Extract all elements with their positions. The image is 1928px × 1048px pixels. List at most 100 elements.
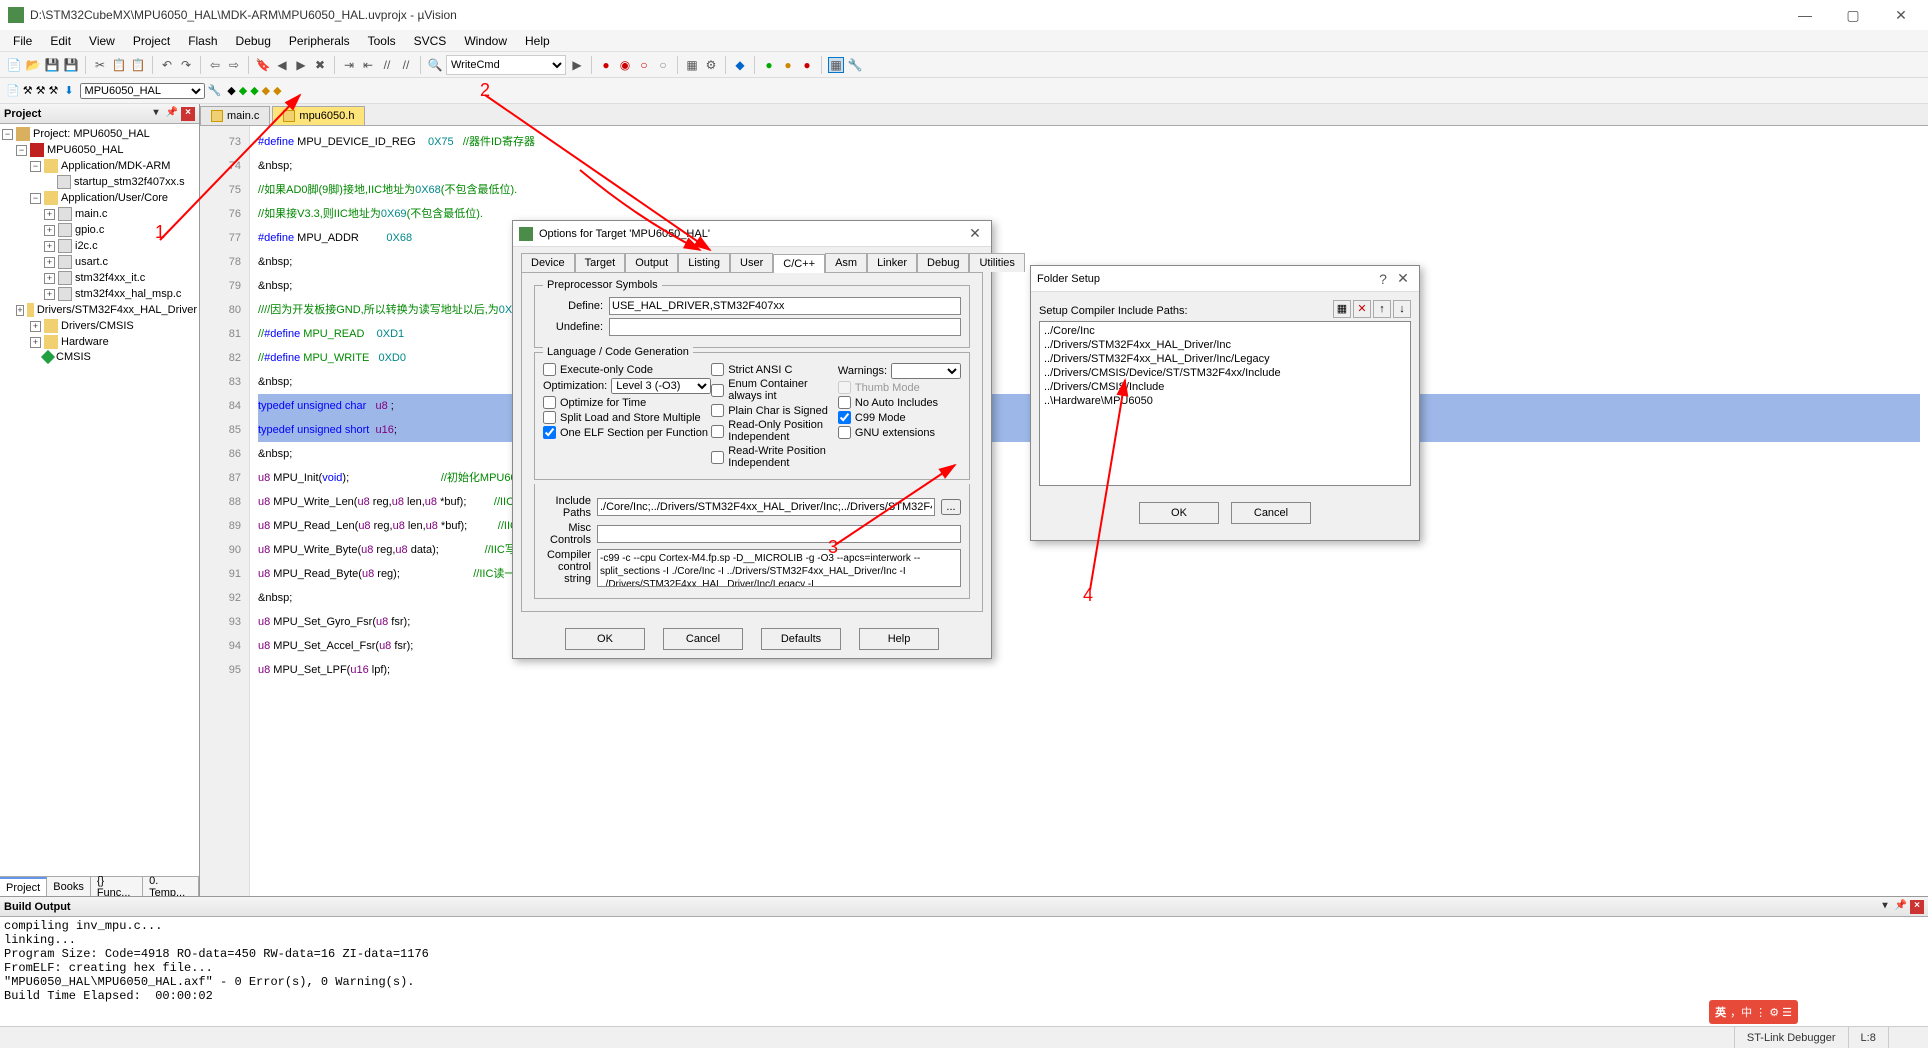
- folder-ok-button[interactable]: OK: [1139, 502, 1219, 524]
- pack4-icon[interactable]: ◆: [273, 84, 281, 97]
- build-output-body[interactable]: compiling inv_mpu.c... linking... Progra…: [0, 917, 1928, 1026]
- target-select[interactable]: MPU6050_HAL: [80, 83, 205, 99]
- comment-icon[interactable]: //: [379, 57, 395, 73]
- tool-c-icon[interactable]: ●: [780, 57, 796, 73]
- bp2-icon[interactable]: ○: [636, 57, 652, 73]
- folder-close-icon[interactable]: ✕: [1393, 270, 1413, 287]
- folder-help-icon[interactable]: ?: [1373, 271, 1393, 287]
- panel-close-icon[interactable]: ×: [181, 107, 195, 121]
- find-combo[interactable]: WriteCmd: [446, 55, 566, 75]
- copy-icon[interactable]: 📋: [111, 57, 127, 73]
- pack2-icon[interactable]: ◆: [250, 84, 258, 97]
- tab-device[interactable]: Device: [521, 253, 575, 272]
- misc-input[interactable]: [597, 525, 961, 543]
- minimize-button[interactable]: —: [1791, 5, 1819, 25]
- options-close-icon[interactable]: ✕: [965, 225, 985, 242]
- wrench-icon[interactable]: 🔧: [847, 57, 863, 73]
- find-icon[interactable]: 🔍: [427, 57, 443, 73]
- menu-peripherals[interactable]: Peripherals: [282, 32, 357, 50]
- undefine-input[interactable]: [609, 318, 961, 336]
- cut-icon[interactable]: ✂: [92, 57, 108, 73]
- menu-help[interactable]: Help: [518, 32, 557, 50]
- menu-view[interactable]: View: [82, 32, 122, 50]
- rebuild-icon[interactable]: ⚒: [36, 84, 46, 97]
- file-tab-mpu6050h[interactable]: mpu6050.h: [272, 106, 365, 125]
- project-tree[interactable]: −Project: MPU6050_HAL −MPU6050_HAL −Appl…: [0, 124, 199, 876]
- folder-list-item[interactable]: ../Core/Inc: [1042, 324, 1408, 338]
- tab-target[interactable]: Target: [575, 253, 626, 272]
- saveall-icon[interactable]: 💾: [63, 57, 79, 73]
- options-icon[interactable]: 🔧: [208, 84, 222, 97]
- no-auto-check[interactable]: [838, 396, 851, 409]
- uncomment-icon[interactable]: //: [398, 57, 414, 73]
- folder-cancel-button[interactable]: Cancel: [1231, 502, 1311, 524]
- options-ok-button[interactable]: OK: [565, 628, 645, 650]
- find-next-icon[interactable]: ▶: [569, 57, 585, 73]
- include-paths-browse[interactable]: ...: [941, 499, 961, 515]
- btab-project[interactable]: Project: [0, 877, 47, 896]
- plain-char-check[interactable]: [711, 404, 724, 417]
- menu-svcs[interactable]: SVCS: [407, 32, 454, 50]
- file-tab-main[interactable]: main.c: [200, 106, 270, 125]
- tab-user[interactable]: User: [730, 253, 773, 272]
- menu-project[interactable]: Project: [126, 32, 177, 50]
- tab-listing[interactable]: Listing: [678, 253, 730, 272]
- tool-a-icon[interactable]: ◆: [732, 57, 748, 73]
- rw-pi-check[interactable]: [711, 451, 724, 464]
- bookmark-next-icon[interactable]: ▶: [293, 57, 309, 73]
- indent-icon[interactable]: ⇥: [341, 57, 357, 73]
- close-button[interactable]: ✕: [1887, 5, 1915, 25]
- btab-func[interactable]: {} Func...: [91, 877, 143, 896]
- btab-temp[interactable]: 0. Temp...: [143, 877, 199, 896]
- tab-asm[interactable]: Asm: [825, 253, 867, 272]
- define-input[interactable]: [609, 297, 961, 315]
- outdent-icon[interactable]: ⇤: [360, 57, 376, 73]
- bookmark-clear-icon[interactable]: ✖: [312, 57, 328, 73]
- folder-new-icon[interactable]: ▦: [1333, 300, 1351, 318]
- menu-flash[interactable]: Flash: [181, 32, 224, 50]
- tool-d-icon[interactable]: ●: [799, 57, 815, 73]
- c99-check[interactable]: [838, 411, 851, 424]
- folder-listbox[interactable]: ../Core/Inc../Drivers/STM32F4xx_HAL_Driv…: [1039, 321, 1411, 486]
- translate-icon[interactable]: 📄: [6, 84, 20, 97]
- save-icon[interactable]: 💾: [44, 57, 60, 73]
- bp3-icon[interactable]: ○: [655, 57, 671, 73]
- tool-b-icon[interactable]: ●: [761, 57, 777, 73]
- config-icon[interactable]: ⚙: [703, 57, 719, 73]
- split-load-check[interactable]: [543, 411, 556, 424]
- folder-list-item[interactable]: ../Drivers/STM32F4xx_HAL_Driver/Inc: [1042, 338, 1408, 352]
- folder-up-icon[interactable]: ↑: [1373, 300, 1391, 318]
- panel-pin-icon[interactable]: 📌: [1894, 900, 1908, 914]
- exec-only-check[interactable]: [543, 363, 556, 376]
- warnings-select[interactable]: [891, 363, 961, 379]
- menu-edit[interactable]: Edit: [43, 32, 78, 50]
- folder-down-icon[interactable]: ↓: [1393, 300, 1411, 318]
- nav-back-icon[interactable]: ⇦: [207, 57, 223, 73]
- download-icon[interactable]: ⬇: [64, 84, 73, 97]
- open-icon[interactable]: 📂: [25, 57, 41, 73]
- build-icon[interactable]: ⚒: [23, 84, 33, 97]
- pack-icon[interactable]: ◆: [239, 84, 247, 97]
- strict-ansi-check[interactable]: [711, 363, 724, 376]
- opt-time-check[interactable]: [543, 396, 556, 409]
- maximize-button[interactable]: ▢: [1839, 5, 1867, 25]
- pack3-icon[interactable]: ◆: [262, 84, 270, 97]
- manage-icon[interactable]: ◆: [227, 84, 235, 97]
- tab-output[interactable]: Output: [625, 253, 678, 272]
- redo-icon[interactable]: ↷: [178, 57, 194, 73]
- folder-list-item[interactable]: ../Drivers/STM32F4xx_HAL_Driver/Inc/Lega…: [1042, 352, 1408, 366]
- options-cancel-button[interactable]: Cancel: [663, 628, 743, 650]
- ime-indicator[interactable]: 英 ，中 ⋮ ⚙ ☰: [1709, 1000, 1798, 1024]
- bookmark-icon[interactable]: 🔖: [255, 57, 271, 73]
- undo-icon[interactable]: ↶: [159, 57, 175, 73]
- one-elf-check[interactable]: [543, 426, 556, 439]
- layout-icon[interactable]: ▦: [828, 57, 844, 73]
- folder-delete-icon[interactable]: ✕: [1353, 300, 1371, 318]
- folder-list-item[interactable]: ../Drivers/CMSIS/Device/ST/STM32F4xx/Inc…: [1042, 366, 1408, 380]
- debug-icon[interactable]: ●: [598, 57, 614, 73]
- menu-debug[interactable]: Debug: [229, 32, 278, 50]
- folder-list-item[interactable]: ..\Hardware\MPU6050: [1042, 394, 1408, 408]
- new-icon[interactable]: 📄: [6, 57, 22, 73]
- tab-debug[interactable]: Debug: [917, 253, 969, 272]
- options-defaults-button[interactable]: Defaults: [761, 628, 841, 650]
